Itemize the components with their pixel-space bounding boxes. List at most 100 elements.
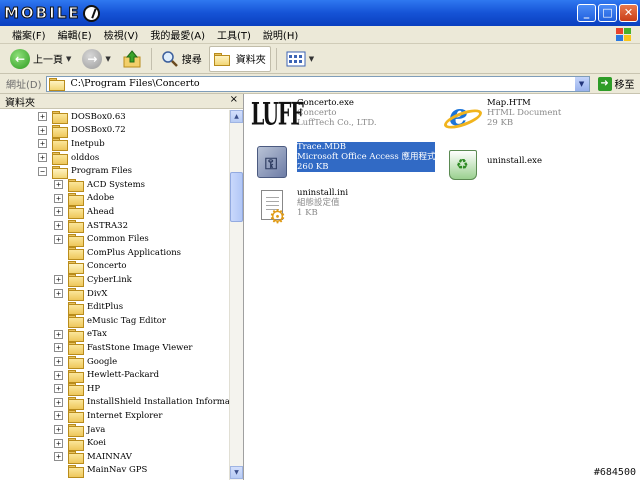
tree-item[interactable]: + InstallShield Installation Information xyxy=(54,396,230,410)
tree-item[interactable]: + olddos xyxy=(38,151,99,166)
expand-icon[interactable]: + xyxy=(54,207,63,217)
tree-item[interactable]: ComPlus Applications xyxy=(54,246,181,261)
tree-item[interactable]: + CyberLink xyxy=(54,273,132,288)
tree-item[interactable]: + Common Files xyxy=(54,232,149,247)
tree-item[interactable]: + ASTRA32 xyxy=(54,219,128,234)
title-bar: MOBILE _ □ ✕ xyxy=(0,0,640,26)
tree-item[interactable]: eMusic Tag Editor xyxy=(54,314,166,329)
tree-item[interactable]: + MAINNAV xyxy=(54,450,132,465)
expand-icon[interactable]: + xyxy=(38,112,47,122)
file-item[interactable]: ⚙ uninstall.ini 組態設定值 1 KB xyxy=(251,188,348,230)
folder-icon xyxy=(68,410,84,424)
tree-item[interactable]: MainNav GPS xyxy=(54,464,147,478)
views-button[interactable]: ▼ xyxy=(282,46,318,72)
expand-icon[interactable]: + xyxy=(54,384,63,394)
up-folder-button[interactable] xyxy=(118,46,146,72)
close-button[interactable]: ✕ xyxy=(619,4,638,22)
menu-tools[interactable]: 工具(T) xyxy=(211,27,257,42)
tree-item[interactable]: + Internet Explorer xyxy=(54,409,162,424)
expand-icon[interactable]: + xyxy=(54,180,63,190)
file-text: Map.HTM HTML Document 29 KB xyxy=(487,98,561,128)
tree-item[interactable]: + DivX xyxy=(54,287,107,302)
file-item[interactable]: LUFF Concerto.exe Concerto LuffTech Co.,… xyxy=(251,97,377,140)
file-item[interactable]: ♻ uninstall.exe xyxy=(441,142,542,184)
expand-icon[interactable]: + xyxy=(54,452,63,462)
back-dropdown-icon[interactable]: ▼ xyxy=(66,55,71,63)
back-button[interactable]: ← 上一頁 ▼ xyxy=(6,46,75,72)
address-input[interactable]: C:\Program Files\Concerto ▼ xyxy=(45,75,590,92)
scroll-down-icon[interactable]: ▼ xyxy=(230,466,243,479)
folder-icon xyxy=(68,424,84,438)
mobile01-logo: MOBILE xyxy=(4,3,100,23)
tree-item[interactable]: + Java xyxy=(54,423,105,438)
expand-icon[interactable]: + xyxy=(38,153,47,163)
tree-item[interactable]: − Program Files xyxy=(38,164,132,179)
tree-item[interactable]: + eTax xyxy=(54,328,107,342)
expand-icon[interactable]: + xyxy=(54,275,63,285)
menu-edit[interactable]: 編輯(E) xyxy=(52,27,98,42)
scroll-up-icon[interactable]: ▲ xyxy=(230,110,243,123)
tree-item[interactable]: + Hewlett-Packard xyxy=(54,368,159,383)
collapse-icon[interactable]: − xyxy=(38,166,47,176)
folders-pane-title: 資料夾 xyxy=(5,97,35,109)
maximize-button[interactable]: □ xyxy=(598,4,617,22)
expand-icon[interactable]: + xyxy=(54,289,63,299)
expand-icon[interactable]: + xyxy=(38,125,47,135)
expand-icon[interactable]: + xyxy=(54,411,63,421)
scroll-thumb[interactable] xyxy=(230,172,243,222)
expand-icon[interactable]: + xyxy=(54,397,63,407)
expand-icon[interactable]: + xyxy=(54,193,63,203)
expand-icon[interactable]: + xyxy=(54,370,63,380)
tree-item[interactable]: + Koei xyxy=(54,436,106,451)
views-dropdown-icon[interactable]: ▼ xyxy=(309,55,314,63)
menu-help[interactable]: 說明(H) xyxy=(257,27,304,42)
expand-icon[interactable]: + xyxy=(54,438,63,448)
folder-icon xyxy=(68,206,84,220)
tree-scrollbar[interactable]: ▲ ▼ xyxy=(229,110,243,480)
tree-item[interactable]: + Adobe xyxy=(54,192,114,206)
close-pane-icon[interactable]: × xyxy=(230,94,238,105)
folder-icon xyxy=(52,165,68,179)
tree-item[interactable]: + Ahead xyxy=(54,205,114,220)
tree-item-label: Koei xyxy=(87,438,106,449)
expand-icon[interactable]: + xyxy=(54,343,63,353)
minimize-button[interactable]: _ xyxy=(577,4,596,22)
menu-favorites[interactable]: 我的最愛(A) xyxy=(144,27,211,42)
folder-tree: + DOSBox0.63 + DOSBox0.72 + Inetpub + olddos − Pr… xyxy=(0,110,230,478)
tree-item[interactable]: + ACD Systems xyxy=(54,178,145,193)
tree-item[interactable]: + DOSBox0.63 xyxy=(38,110,126,125)
expand-icon[interactable]: + xyxy=(54,425,63,435)
tree-item[interactable]: + Google xyxy=(54,355,117,370)
expand-icon[interactable]: + xyxy=(54,234,63,244)
tree-item-label: Concerto xyxy=(87,261,127,272)
file-type: Concerto xyxy=(297,108,337,118)
forward-dropdown-icon[interactable]: ▼ xyxy=(105,55,110,63)
file-type: Microsoft Office Access 應用程式 xyxy=(297,152,436,162)
forward-button[interactable]: → ▼ xyxy=(78,46,114,72)
tree-item[interactable]: + DOSBox0.72 xyxy=(38,124,126,138)
file-item-selected[interactable]: ⚿ Trace.MDB Microsoft Office Access 應用程式… xyxy=(251,142,436,184)
tree-item-label: MainNav GPS xyxy=(87,465,148,476)
tree-item[interactable]: EditPlus xyxy=(54,300,123,315)
tree-item[interactable]: + FastStone Image Viewer xyxy=(54,341,193,356)
tree-item[interactable]: + Inetpub xyxy=(38,137,105,152)
menu-file[interactable]: 檔案(F) xyxy=(6,27,52,42)
file-item[interactable]: e Map.HTM HTML Document 29 KB xyxy=(441,98,561,140)
go-button[interactable]: ➜ 移至 xyxy=(597,76,635,91)
tree-item-label: DOSBox0.72 xyxy=(71,125,126,136)
tree-item[interactable]: Concerto xyxy=(54,260,126,274)
expand-icon[interactable]: + xyxy=(54,357,63,367)
expand-icon[interactable]: + xyxy=(54,329,63,339)
folder-icon xyxy=(68,356,84,370)
folders-button[interactable]: 資料夾 xyxy=(208,45,271,72)
expand-icon[interactable]: + xyxy=(38,139,47,149)
search-button[interactable]: 搜尋 xyxy=(157,46,206,72)
file-type: HTML Document xyxy=(487,108,562,118)
address-dropdown-icon[interactable]: ▼ xyxy=(574,76,589,91)
watermark-text: #684500 xyxy=(593,467,636,478)
menu-view[interactable]: 檢視(V) xyxy=(98,27,145,42)
tree-item[interactable]: + HP xyxy=(54,382,100,397)
up-folder-icon xyxy=(123,49,141,67)
address-label: 網址(D) xyxy=(6,80,42,91)
expand-icon[interactable]: + xyxy=(54,221,63,231)
